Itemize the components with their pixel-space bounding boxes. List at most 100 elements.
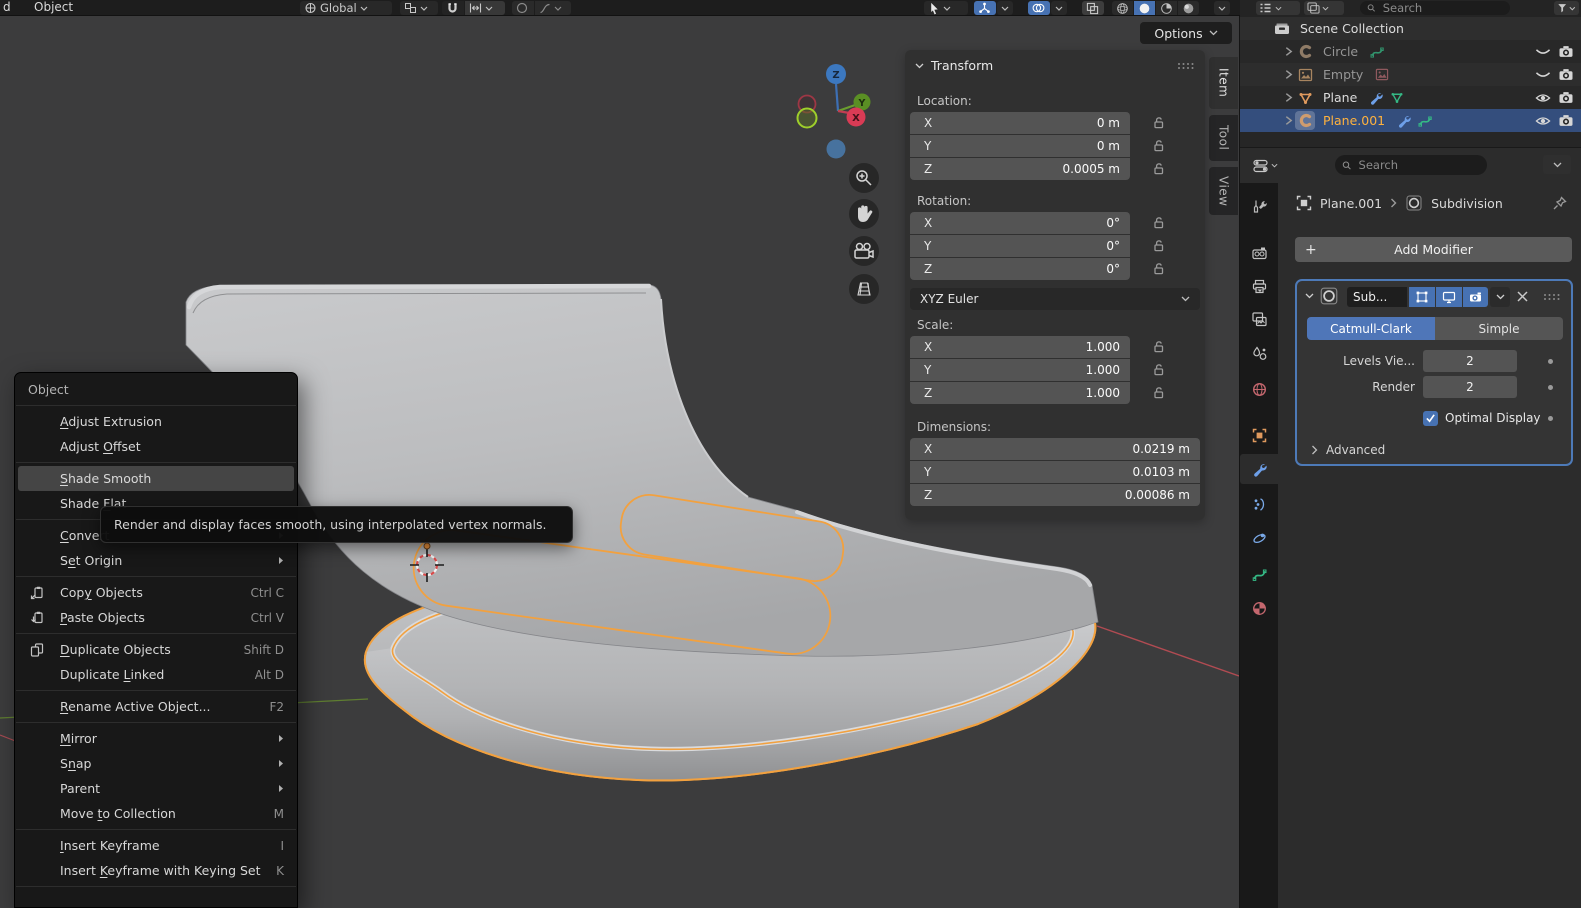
properties-search-input[interactable]	[1357, 157, 1480, 173]
catmull-clark-button[interactable]: Catmull-Clark	[1307, 317, 1435, 340]
transform-orientation-dropdown[interactable]: Global	[300, 1, 392, 15]
pan-hand-button[interactable]	[849, 199, 879, 229]
proportional-falloff-dropdown[interactable]	[535, 1, 571, 15]
tab-object-data[interactable]	[1240, 559, 1278, 589]
add-modifier-button[interactable]: + Add Modifier	[1295, 237, 1572, 262]
advanced-section-header[interactable]: Advanced	[1297, 439, 1571, 461]
lock-open-icon[interactable]	[1152, 386, 1166, 400]
gizmo-neg-y[interactable]	[798, 109, 817, 128]
proportional-editing-toggle[interactable]	[512, 1, 534, 15]
scale-z-field[interactable]: Z1.000	[910, 382, 1130, 404]
realtime-display-toggle[interactable]	[1436, 287, 1462, 307]
outliner-row-circle[interactable]: Circle	[1240, 40, 1581, 63]
menu-item-set-origin[interactable]: Set Origin	[18, 548, 294, 573]
eye-closed-icon[interactable]	[1535, 69, 1551, 81]
properties-options-dropdown[interactable]	[1543, 155, 1571, 174]
edit-mode-display-toggle[interactable]	[1409, 287, 1435, 307]
gizmo-neg-z[interactable]	[827, 140, 846, 159]
properties-editor-type-dropdown[interactable]	[1250, 156, 1292, 175]
display-mode-dropdown[interactable]	[1304, 1, 1344, 15]
expand-chevron-icon[interactable]	[1284, 115, 1293, 126]
tab-item[interactable]: Item	[1209, 57, 1238, 109]
lock-open-icon[interactable]	[1152, 139, 1166, 153]
optimal-display-checkbox[interactable]	[1423, 411, 1438, 426]
breadcrumb-object[interactable]: Plane.001	[1320, 196, 1382, 211]
overlays-dropdown[interactable]	[1051, 1, 1067, 15]
expand-chevron-icon[interactable]	[1284, 46, 1293, 57]
breadcrumb-modifier[interactable]: Subdivision	[1431, 196, 1503, 211]
selectability-dropdown[interactable]	[924, 1, 968, 15]
levels-viewport-field[interactable]: 2	[1423, 350, 1517, 372]
tab-particles[interactable]	[1240, 489, 1278, 519]
camera-visibility-icon[interactable]	[1558, 45, 1574, 58]
menu-item-duplicate-linked[interactable]: Duplicate LinkedAlt D	[18, 662, 294, 687]
camera-view-button[interactable]	[849, 236, 879, 266]
render-display-toggle[interactable]	[1463, 287, 1488, 307]
show-overlays-toggle[interactable]	[1028, 1, 1050, 15]
menu-object[interactable]: Object	[34, 0, 73, 16]
show-gizmo-toggle[interactable]	[974, 1, 996, 15]
tab-render[interactable]	[1240, 238, 1278, 268]
dimensions-y-field[interactable]: Y0.0103 m	[910, 461, 1200, 483]
snap-toggle[interactable]	[442, 1, 464, 15]
drag-handle-icon[interactable]	[1177, 62, 1195, 70]
eye-closed-icon[interactable]	[1535, 46, 1551, 58]
shading-rendered-button[interactable]	[1178, 1, 1199, 15]
menu-item-copy-objects[interactable]: Copy ObjectsCtrl C	[18, 580, 294, 605]
shading-wireframe-button[interactable]	[1112, 1, 1133, 15]
tab-world[interactable]	[1240, 374, 1278, 404]
collapse-chevron-icon[interactable]	[915, 63, 924, 69]
xray-toggle[interactable]	[1082, 1, 1104, 15]
decorator-dot[interactable]	[1548, 416, 1553, 421]
modifier-name-field[interactable]: Sub...	[1347, 287, 1407, 307]
location-y-field[interactable]: Y0 m	[910, 135, 1130, 157]
menu-item-insert-keyframe-with-keying-set[interactable]: Insert Keyframe with Keying SetK	[18, 858, 294, 883]
expand-chevron-icon[interactable]	[1284, 92, 1293, 103]
rotation-z-field[interactable]: Z0°	[910, 258, 1130, 280]
drag-handle-icon[interactable]	[1543, 293, 1561, 301]
shading-material-button[interactable]	[1156, 1, 1177, 15]
menu-item-paste-objects[interactable]: Paste ObjectsCtrl V	[18, 605, 294, 630]
outliner-row-plane-001[interactable]: Plane.001	[1240, 109, 1581, 132]
tab-view-layer[interactable]	[1240, 304, 1278, 334]
lock-open-icon[interactable]	[1152, 116, 1166, 130]
grid-ortho-button[interactable]	[849, 274, 879, 304]
menu-item-insert-keyframe[interactable]: Insert KeyframeI	[18, 833, 294, 858]
editor-divider[interactable]	[1239, 0, 1240, 908]
close-icon[interactable]	[1516, 290, 1529, 303]
lock-open-icon[interactable]	[1152, 216, 1166, 230]
menu-item-move-to-collection[interactable]: Move to CollectionM	[18, 801, 294, 826]
location-z-field[interactable]: Z0.0005 m	[910, 158, 1130, 180]
eye-open-icon[interactable]	[1535, 115, 1551, 127]
menu-item-parent[interactable]: Parent	[18, 776, 294, 801]
filter-dropdown[interactable]	[1554, 1, 1579, 15]
tab-tool[interactable]: Tool	[1209, 115, 1238, 161]
tab-modifiers[interactable]	[1240, 454, 1278, 484]
lock-open-icon[interactable]	[1152, 239, 1166, 253]
menu-item-adjust-extrusion[interactable]: Adjust Extrusion	[18, 409, 294, 434]
tab-object[interactable]	[1240, 420, 1278, 450]
outliner-row-plane[interactable]: Plane	[1240, 86, 1581, 109]
shading-dropdown[interactable]	[1214, 1, 1230, 15]
lock-open-icon[interactable]	[1152, 340, 1166, 354]
tab-tool[interactable]	[1240, 191, 1278, 221]
tab-physics[interactable]	[1240, 523, 1278, 553]
outliner-search[interactable]	[1360, 1, 1510, 15]
menu-item-snap[interactable]: Snap	[18, 751, 294, 776]
dimensions-z-field[interactable]: Z0.00086 m	[910, 484, 1200, 506]
rotation-y-field[interactable]: Y0°	[910, 235, 1130, 257]
scale-y-field[interactable]: Y1.000	[910, 359, 1130, 381]
menu-item-duplicate-objects[interactable]: Duplicate ObjectsShift D	[18, 637, 294, 662]
shading-solid-button[interactable]	[1134, 1, 1155, 15]
properties-search[interactable]	[1335, 155, 1487, 175]
gizmo-dropdown[interactable]	[997, 1, 1013, 15]
simple-button[interactable]: Simple	[1435, 317, 1563, 340]
lock-open-icon[interactable]	[1152, 363, 1166, 377]
camera-visibility-icon[interactable]	[1558, 91, 1574, 104]
pin-icon[interactable]	[1552, 196, 1567, 211]
camera-visibility-icon[interactable]	[1558, 114, 1574, 127]
decorator-dot[interactable]	[1548, 385, 1553, 390]
lock-open-icon[interactable]	[1152, 162, 1166, 176]
outliner-search-input[interactable]	[1381, 0, 1503, 16]
rotation-mode-dropdown[interactable]: XYZ Euler	[910, 288, 1200, 310]
